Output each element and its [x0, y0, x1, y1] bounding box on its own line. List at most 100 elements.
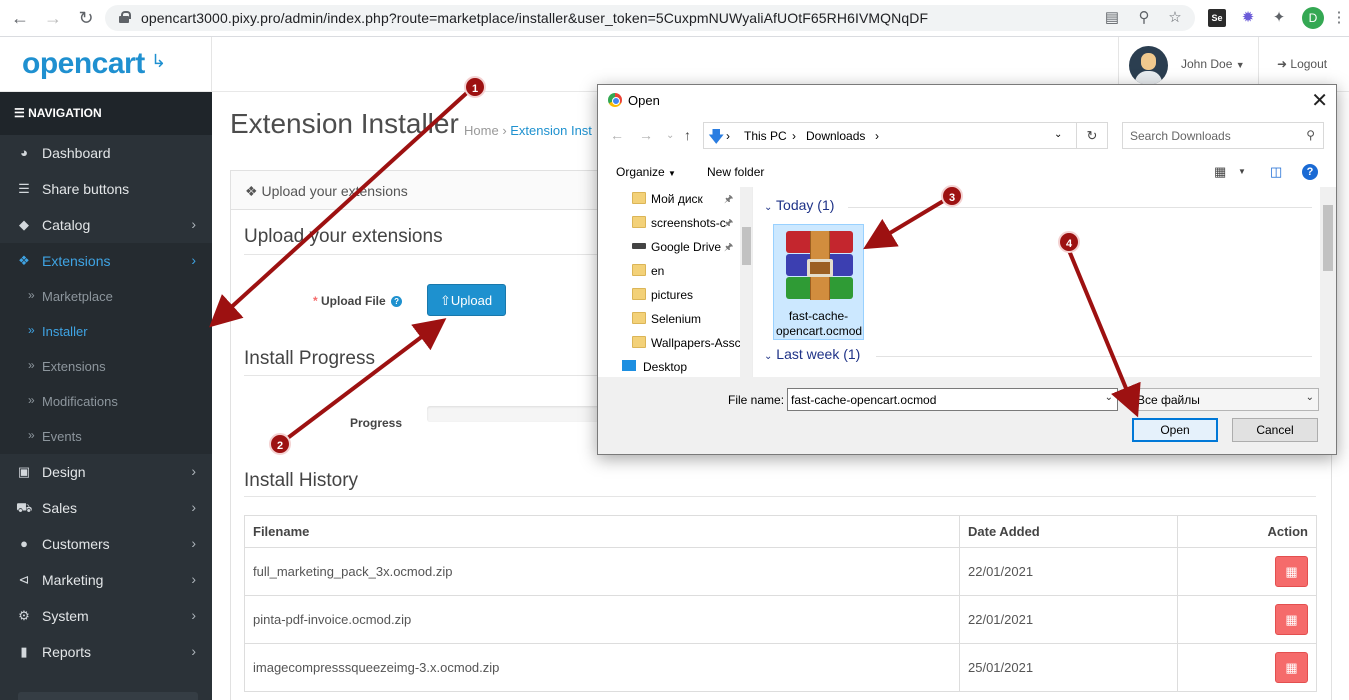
refresh-icon[interactable]: ↻ — [1076, 122, 1108, 149]
sidebar-item-design[interactable]: ▣ Design › — [0, 454, 212, 490]
delete-button[interactable]: ▦ — [1275, 652, 1308, 683]
sidebar-navigation: ☰ NAVIGATION ◕ Dashboard ☰ Share buttons… — [0, 92, 212, 700]
sidebar-item-marketing[interactable]: ⊲ Marketing › — [0, 562, 212, 598]
forward-icon[interactable]: → — [43, 8, 63, 28]
puzzle-extensions-icon[interactable]: ✦ — [1270, 9, 1288, 27]
tree-item-google-drive[interactable]: Google Drive 🖈 — [598, 235, 752, 259]
file-name-input[interactable]: fast-cache-opencart.ocmod ⌄ — [787, 388, 1118, 411]
sidebar-subitem-modifications[interactable]: » Modifications — [0, 384, 212, 419]
reload-icon[interactable]: ↻ — [76, 8, 96, 28]
forward-icon[interactable]: → — [639, 127, 653, 143]
sidebar-item-dashboard[interactable]: ◕ Dashboard — [0, 135, 212, 171]
puzzle-icon: ❖ — [245, 183, 258, 199]
tree-item-desktop[interactable]: Desktop — [598, 355, 752, 377]
navigation-heading: ☰ NAVIGATION — [0, 92, 212, 135]
selenium-extension-icon[interactable]: Se — [1208, 9, 1226, 27]
help-icon[interactable]: ? — [1302, 164, 1318, 180]
sidebar-item-share-buttons[interactable]: ☰ Share buttons — [0, 171, 212, 207]
tree-item-pictures[interactable]: pictures — [598, 283, 752, 307]
sidebar-item-system[interactable]: ⚙ System › — [0, 598, 212, 634]
delete-button[interactable]: ▦ — [1275, 556, 1308, 587]
back-icon[interactable]: ← — [10, 8, 30, 28]
sidebar-item-customers[interactable]: ● Customers › — [0, 526, 212, 562]
annotation-badge: 4 — [1058, 231, 1080, 253]
up-arrow-icon[interactable]: ↑ — [684, 127, 691, 143]
tree-item-moi-disk[interactable]: Мой диск 🖈 — [598, 187, 752, 211]
group-last-week[interactable]: ⌄ Last week (1) — [764, 346, 860, 362]
bar-chart-icon: ▮ — [20, 644, 28, 659]
help-icon[interactable]: ? — [391, 296, 403, 307]
path-dropdown-icon[interactable]: ⌄ — [1054, 129, 1062, 140]
dialog-titlebar[interactable]: Open ✕ — [598, 85, 1336, 116]
folder-icon — [632, 336, 646, 348]
path-this-pc[interactable]: This PC — [744, 129, 787, 143]
column-date-added[interactable]: Date Added — [959, 515, 1178, 548]
extension-gear-icon[interactable]: ✹ — [1239, 9, 1257, 27]
breadcrumb-current[interactable]: Extension Inst — [510, 123, 592, 138]
chevron-down-icon[interactable]: ⌄ — [1105, 392, 1113, 403]
view-options-icon[interactable]: ▦ — [1214, 164, 1226, 180]
back-icon[interactable]: ← — [610, 127, 624, 143]
tree-item-screenshots[interactable]: screenshots-c 🖈 — [598, 211, 752, 235]
list-icon: ☰ — [18, 181, 30, 196]
file-type-select[interactable]: Все файлы ⌄ — [1132, 388, 1319, 411]
profile-avatar[interactable]: D — [1302, 7, 1324, 29]
column-filename[interactable]: Filename — [244, 515, 960, 548]
avatar — [1129, 46, 1168, 85]
organize-menu[interactable]: Organize ▼ — [616, 165, 676, 179]
open-button[interactable]: Open — [1132, 418, 1218, 442]
sidebar-subitem-extensions[interactable]: » Extensions — [0, 349, 212, 384]
cart-logo-icon: ↳ — [151, 51, 167, 71]
address-bar[interactable]: opencart3000.pixy.pro/admin/index.php?ro… — [105, 5, 1195, 31]
logout-icon: ➜ — [1277, 57, 1288, 71]
recent-dropdown-icon[interactable]: ⌄ — [666, 130, 674, 141]
view-dropdown-icon[interactable]: ▼ — [1238, 167, 1246, 176]
lock-icon — [119, 11, 131, 23]
preview-pane-icon[interactable]: ◫ — [1270, 164, 1282, 180]
folder-icon — [632, 288, 646, 300]
url-text[interactable]: opencart3000.pixy.pro/admin/index.php?ro… — [141, 10, 928, 26]
delete-button[interactable]: ▦ — [1275, 604, 1308, 635]
bookmark-star-icon[interactable]: ☆ — [1166, 9, 1184, 27]
tree-item-wallpapers[interactable]: Wallpapers-Assc — [598, 331, 752, 355]
cancel-button[interactable]: Cancel — [1232, 418, 1318, 442]
gear-icon: ⚙ — [18, 608, 30, 623]
address-row: ← → ⌄ ↑ 🡇 › This PC › Downloads › ⌄ ↻ Se… — [598, 119, 1336, 153]
tag-icon: ◆ — [19, 217, 29, 232]
tree-scrollbar[interactable] — [740, 187, 752, 377]
file-list-scrollbar[interactable] — [1320, 187, 1336, 377]
sidebar-subitem-installer[interactable]: » Installer — [0, 314, 212, 349]
folder-tree: Мой диск 🖈 screenshots-c 🖈 Google Drive … — [598, 187, 753, 377]
sidebar-item-sales[interactable]: ⛟ Sales › — [0, 490, 212, 526]
sidebar-subitem-events[interactable]: » Events — [0, 419, 212, 454]
translate-icon[interactable]: ▤ — [1103, 9, 1121, 27]
sidebar-subitem-marketplace[interactable]: » Marketplace — [0, 279, 212, 314]
zoom-icon[interactable]: ⚲ — [1135, 9, 1153, 27]
progress-legend: Install Progress — [244, 348, 375, 369]
share-icon: ⊲ — [18, 572, 30, 587]
sidebar-item-extensions[interactable]: ❖ Extensions › — [0, 243, 212, 279]
file-item-fast-cache[interactable]: fast-cache-opencart.ocmod — [773, 224, 864, 340]
puzzle-icon: ❖ — [18, 253, 30, 268]
path-bar[interactable]: 🡇 › This PC › Downloads › ⌄ — [703, 122, 1108, 149]
table-row: pinta-pdf-invoice.ocmod.zip 22/01/2021 ▦ — [244, 595, 1317, 644]
browser-toolbar: ← → ↻ opencart3000.pixy.pro/admin/index.… — [0, 0, 1349, 37]
opencart-logo[interactable]: opencart — [22, 47, 145, 81]
page-title: Extension Installer — [230, 108, 459, 139]
new-folder-button[interactable]: New folder — [707, 165, 764, 179]
history-legend: Install History — [244, 470, 359, 491]
upload-button[interactable]: ⇧Upload — [427, 284, 506, 316]
path-downloads[interactable]: Downloads — [806, 129, 865, 143]
file-name-label: File name: — [728, 393, 785, 407]
search-input[interactable]: Search Downloads ⚲ — [1122, 122, 1324, 149]
history-date: 25/01/2021 — [959, 643, 1178, 692]
menu-dots-icon[interactable]: ⋮ — [1330, 9, 1348, 27]
sidebar-item-catalog[interactable]: ◆ Catalog › — [0, 207, 212, 243]
tree-item-selenium[interactable]: Selenium — [598, 307, 752, 331]
progress-label: Progress — [350, 416, 403, 430]
sidebar-item-reports[interactable]: ▮ Reports › — [0, 634, 212, 670]
tree-item-en[interactable]: en — [598, 259, 752, 283]
close-icon[interactable]: ✕ — [1311, 88, 1328, 113]
group-today[interactable]: ⌄ Today (1) — [764, 197, 834, 213]
breadcrumb-home[interactable]: Home — [464, 123, 499, 138]
